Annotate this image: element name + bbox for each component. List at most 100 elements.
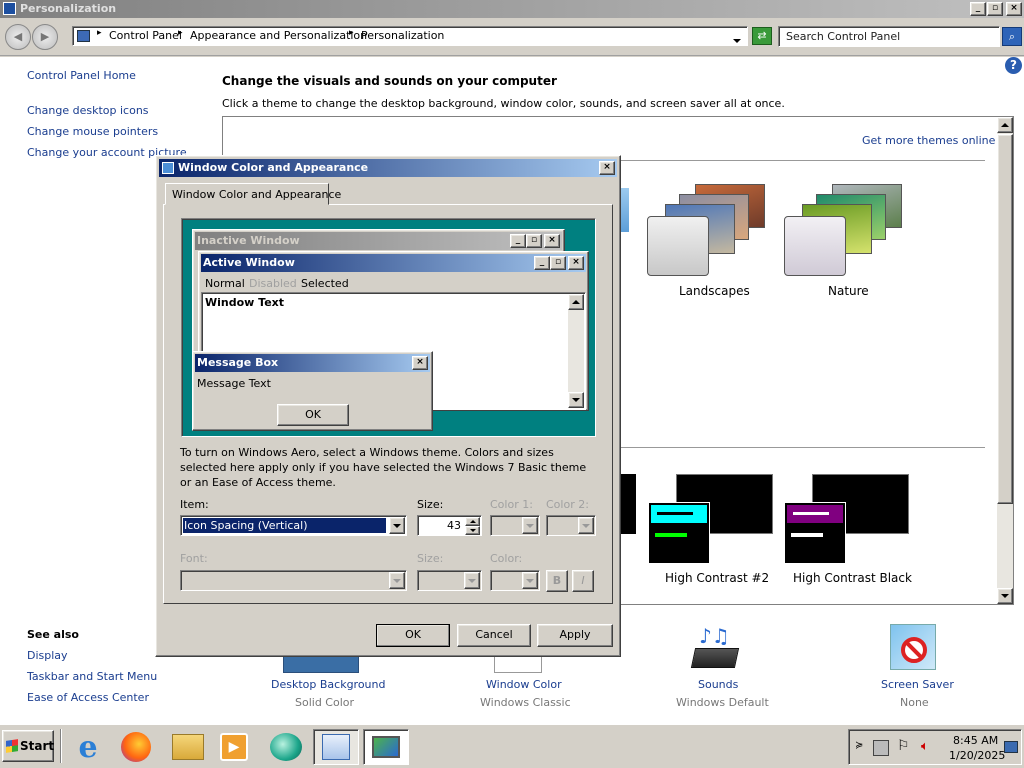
window-color-link[interactable]: Window Color: [486, 678, 562, 691]
theme-high-contrast-2[interactable]: [645, 474, 775, 566]
color2-label: Color 2:: [546, 498, 589, 511]
desktop-background-link[interactable]: Desktop Background: [271, 678, 386, 691]
back-button[interactable]: ◀: [5, 24, 31, 50]
see-also-ease-of-access[interactable]: Ease of Access Center: [27, 691, 149, 704]
search-input[interactable]: Search Control Panel: [786, 30, 900, 43]
chat-app-icon[interactable]: [268, 729, 304, 765]
scroll-down-button[interactable]: [997, 588, 1013, 604]
minimize-button[interactable]: _: [970, 2, 986, 16]
firefox-icon[interactable]: [118, 729, 154, 765]
screen-saver-icon[interactable]: [890, 624, 936, 670]
preview-message-box: Message Box × Message Text OK: [192, 351, 433, 431]
theme-partial-thumb: [619, 474, 636, 534]
crumb-arrow-icon[interactable]: ▸: [97, 28, 102, 38]
theme-high-contrast-black[interactable]: [782, 474, 912, 566]
scroll-thumb[interactable]: [997, 134, 1013, 504]
desktop-background-value: Solid Color: [295, 696, 355, 709]
sounds-link[interactable]: Sounds: [698, 678, 738, 691]
media-player-icon[interactable]: ▶: [216, 729, 252, 765]
start-label[interactable]: Start: [20, 739, 54, 753]
show-hidden-icons[interactable]: ≽: [855, 740, 863, 751]
breadcrumb-personalization[interactable]: Personalization: [361, 29, 444, 42]
crumb-arrow-icon[interactable]: ▸: [349, 28, 354, 38]
see-also-display[interactable]: Display: [27, 649, 68, 662]
search-box[interactable]: Search Control Panel: [778, 26, 1000, 47]
personalization-taskbar-icon: [372, 736, 400, 758]
address-box[interactable]: ▸ Control Panel ▸ Appearance and Persona…: [72, 26, 748, 46]
taskbar-personalization-button[interactable]: [363, 729, 409, 765]
hcb-window: [784, 502, 846, 564]
preview-menu-disabled: Disabled: [249, 277, 297, 290]
msgbox-ok-button: OK: [277, 404, 349, 426]
theme-landscapes[interactable]: [645, 180, 770, 280]
preview-menu-normal: Normal: [205, 277, 245, 290]
size-spinner[interactable]: 43: [417, 515, 482, 536]
dialog-cancel-button[interactable]: Cancel: [457, 624, 531, 647]
item-select[interactable]: Icon Spacing (Vertical): [180, 515, 407, 536]
clock-time[interactable]: 8:45 AM: [953, 734, 998, 747]
theme-high-contrast-2-label[interactable]: High Contrast #2: [665, 571, 769, 585]
network-icon[interactable]: [873, 740, 889, 756]
preview-scroll-up: [568, 294, 584, 310]
help-icon[interactable]: ?: [1005, 57, 1022, 74]
color1-picker: [490, 515, 540, 536]
theme-landscapes-label[interactable]: Landscapes: [679, 284, 750, 298]
flag-icon[interactable]: ⚐: [897, 738, 910, 754]
taskbar-divider: [60, 729, 62, 763]
see-also-heading: See also: [27, 628, 79, 641]
dialog-ok-label: OK: [405, 628, 421, 641]
scroll-up-button[interactable]: [997, 117, 1013, 133]
breadcrumb-appearance[interactable]: Appearance and Personalization: [190, 29, 367, 42]
dialog-close-button[interactable]: ×: [599, 161, 615, 175]
screen-saver-link[interactable]: Screen Saver: [881, 678, 954, 691]
app-icon: [3, 2, 16, 15]
hcb-title-text: [793, 512, 829, 515]
clock-date[interactable]: 1/20/2025: [949, 749, 1005, 762]
inactive-title: Inactive Window: [197, 234, 300, 247]
music-notes-icon: ♪♫: [699, 624, 730, 648]
font-dropdown-icon: [389, 572, 405, 589]
theme-high-contrast-black-label[interactable]: High Contrast Black: [793, 571, 912, 585]
sounds-icon[interactable]: ♪♫: [690, 624, 741, 672]
internet-explorer-icon[interactable]: e: [70, 729, 106, 765]
close-button[interactable]: ×: [1006, 2, 1022, 16]
start-button[interactable]: Start: [2, 730, 54, 762]
maximize-button[interactable]: ▫: [987, 2, 1003, 16]
show-desktop-icon[interactable]: [1004, 741, 1018, 753]
font-color-picker: [490, 570, 540, 591]
dialog-cancel-label: Cancel: [475, 628, 513, 641]
theme-nature[interactable]: [782, 180, 907, 280]
breadcrumb-control-panel[interactable]: Control Panel: [109, 29, 182, 42]
preview-scrollbar: [568, 294, 584, 408]
address-dropdown-icon[interactable]: [733, 33, 741, 46]
sidebar-change-desktop-icons[interactable]: Change desktop icons: [27, 104, 149, 117]
size-spinner-value[interactable]: 43: [447, 519, 461, 532]
forward-button[interactable]: ▶: [32, 24, 58, 50]
dialog-tab-label[interactable]: Window Color and Appearance: [172, 188, 341, 201]
get-more-themes-link[interactable]: Get more themes online: [862, 134, 995, 147]
refresh-button[interactable]: ⇄: [752, 27, 772, 45]
taskbar-control-panel-button[interactable]: [313, 729, 359, 765]
item-select-value[interactable]: Icon Spacing (Vertical): [183, 518, 386, 533]
sidebar-control-panel-home[interactable]: Control Panel Home: [27, 69, 136, 82]
spinner-up-icon[interactable]: [465, 517, 480, 526]
dialog-tab[interactable]: Window Color and Appearance: [165, 183, 341, 205]
color2-dropdown-icon: [578, 517, 594, 534]
item-dropdown-icon[interactable]: [389, 517, 405, 534]
crumb-arrow-icon[interactable]: ▸: [178, 28, 183, 38]
file-explorer-icon[interactable]: [170, 729, 206, 765]
search-icon[interactable]: ⌕: [1002, 27, 1022, 46]
see-also-taskbar[interactable]: Taskbar and Start Menu: [27, 670, 157, 683]
italic-button: I: [572, 570, 594, 592]
dialog-ok-button[interactable]: OK: [376, 624, 450, 647]
theme-nature-label[interactable]: Nature: [828, 284, 869, 298]
spinner-down-icon[interactable]: [465, 526, 480, 535]
window-title: Personalization: [20, 2, 117, 15]
appearance-dialog: Window Color and Appearance × Window Col…: [155, 155, 621, 657]
dialog-apply-button[interactable]: Apply: [537, 624, 613, 647]
preview-maximize-icon: ▫: [550, 256, 566, 270]
volume-muted-icon[interactable]: 🔈︎: [921, 739, 929, 754]
theme-list-scrollbar[interactable]: [997, 117, 1013, 604]
sidebar-change-mouse-pointers[interactable]: Change mouse pointers: [27, 125, 158, 138]
system-tray: ≽ ⚐ 🔈︎ 8:45 AM 1/20/2025: [848, 729, 1022, 765]
